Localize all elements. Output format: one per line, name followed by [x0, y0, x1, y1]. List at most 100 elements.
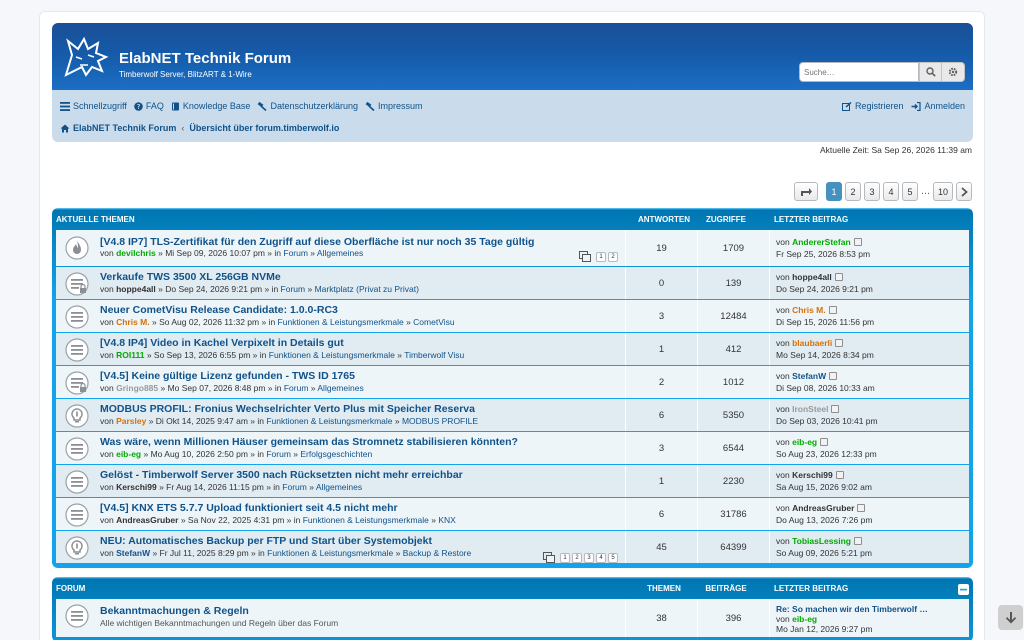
topic-subforum-link[interactable]: MODBUS PROFILE	[402, 416, 478, 426]
nav-faq[interactable]: ? FAQ	[134, 101, 164, 111]
topic-forum-link[interactable]: Funktionen & Leistungsmerkmale	[303, 515, 429, 525]
last-post-user[interactable]: Kerschi99	[792, 470, 833, 480]
topic-row: [V4.8 IP4] Video in Kachel Verpixelt in …	[56, 333, 969, 365]
topic-title[interactable]: [V4.5] Keine gültige Lizenz gefunden - T…	[100, 370, 355, 382]
topic-last-post: von hoppe4all Do Sep 24, 2026 9:21 pm	[770, 267, 969, 299]
last-post-user[interactable]: StefanW	[792, 371, 826, 381]
topic-author[interactable]: Chris M.	[116, 317, 150, 327]
topic-title[interactable]: [V4.5] KNX ETS 5.7.7 Upload funktioniert…	[100, 502, 398, 514]
topic-author[interactable]: AndreasGruber	[116, 515, 178, 525]
topic-title[interactable]: Gelöst - Timberwolf Server 3500 nach Rüc…	[100, 469, 463, 481]
nav-login[interactable]: Anmelden	[911, 101, 965, 111]
jump-to-page-button[interactable]	[794, 182, 818, 201]
topic-forum-link[interactable]: Funktionen & Leistungsmerkmale	[267, 548, 393, 558]
nav-privacy[interactable]: Datenschutzerklärung	[257, 101, 358, 111]
view-latest-post-icon[interactable]	[853, 537, 862, 545]
topic-title[interactable]: MODBUS PROFIL: Fronius Wechselrichter Ve…	[100, 403, 475, 415]
page-button-4[interactable]: 4	[883, 182, 899, 201]
topic-title[interactable]: NEU: Automatisches Backup per FTP und St…	[100, 535, 432, 547]
topic-page-button[interactable]: 1	[560, 552, 570, 563]
last-post-user[interactable]: AndererStefan	[792, 237, 851, 247]
last-post-by: von	[776, 338, 790, 348]
topic-author[interactable]: Parsley	[116, 416, 146, 426]
topic-subforum-link[interactable]: CometVisu	[413, 317, 454, 327]
topic-forum-link[interactable]: Forum	[282, 482, 307, 492]
topic-author[interactable]: StefanW	[116, 548, 150, 558]
forum-header-title[interactable]: FORUM	[56, 584, 85, 593]
topic-page-button[interactable]: 3	[584, 552, 594, 563]
topic-author[interactable]: eib-eg	[116, 449, 141, 459]
topic-subforum-link[interactable]: Marktplatz (Privat zu Privat)	[315, 284, 419, 294]
page-button-3[interactable]: 3	[864, 182, 880, 201]
topic-forum-link[interactable]: Forum	[266, 449, 291, 459]
topic-title[interactable]: Verkaufe TWS 3500 XL 256GB NVMe	[100, 271, 281, 283]
topic-forum-link[interactable]: Funktionen & Leistungsmerkmale	[278, 317, 404, 327]
nav-imprint[interactable]: Impressum	[365, 101, 423, 111]
page-button-last[interactable]: 10	[933, 182, 953, 201]
topic-page-button[interactable]: 5	[608, 552, 618, 563]
topic-author[interactable]: ROI111	[116, 350, 144, 360]
last-post-user[interactable]: blaubaerli	[792, 338, 832, 348]
topic-forum-link[interactable]: Funktionen & Leistungsmerkmale	[266, 416, 392, 426]
topic-subforum-link[interactable]: Allgemeines	[317, 383, 363, 393]
topic-subforum-link[interactable]: KNX	[438, 515, 455, 525]
topic-page-button[interactable]: 1	[596, 251, 606, 262]
nav-quick-access[interactable]: Schnellzugriff	[60, 101, 127, 111]
last-post-user[interactable]: TobiasLessing	[792, 536, 851, 546]
view-latest-post-icon[interactable]	[820, 438, 829, 446]
breadcrumb-current[interactable]: Übersicht über forum.timberwolf.io	[189, 123, 339, 133]
topic-forum-link[interactable]: Forum	[284, 383, 309, 393]
topic-forum-link[interactable]: Forum	[281, 284, 306, 294]
topic-by: von	[100, 284, 114, 294]
topic-subforum-link[interactable]: Backup & Restore	[403, 548, 472, 558]
page-button-1[interactable]: 1	[826, 182, 842, 201]
last-post-user[interactable]: hoppe4all	[792, 272, 832, 282]
topic-subforum-link[interactable]: Allgemeines	[316, 482, 362, 492]
forum-title[interactable]: Bekanntmachungen & Regeln	[100, 605, 249, 617]
topic-subforum-link[interactable]: Erfolgsgeschichten	[300, 449, 372, 459]
topic-author[interactable]: hoppe4all	[116, 284, 156, 294]
last-post-user[interactable]: Chris M.	[792, 305, 826, 315]
search-input[interactable]	[799, 62, 919, 82]
view-latest-post-icon[interactable]	[857, 504, 866, 512]
view-latest-post-icon[interactable]	[835, 471, 844, 479]
scroll-down-button[interactable]	[998, 605, 1023, 630]
topic-page-button[interactable]: 2	[608, 251, 618, 262]
collapse-button[interactable]	[958, 584, 969, 595]
topic-forum-link[interactable]: Funktionen & Leistungsmerkmale	[269, 350, 395, 360]
view-latest-post-icon[interactable]	[834, 273, 843, 281]
topic-subforum-link[interactable]: Allgemeines	[317, 248, 363, 258]
advanced-search-button[interactable]	[942, 62, 965, 82]
topic-title[interactable]: Was wäre, wenn Millionen Häuser gemeinsa…	[100, 436, 518, 448]
topic-author[interactable]: Gringo885	[116, 383, 158, 393]
view-latest-post-icon[interactable]	[853, 238, 862, 246]
page-button-5[interactable]: 5	[902, 182, 918, 201]
forum-last-post-user[interactable]: eib-eg	[792, 614, 817, 624]
topic-forum-link[interactable]: Forum	[283, 248, 308, 258]
view-latest-post-icon[interactable]	[829, 372, 838, 380]
view-latest-post-icon[interactable]	[835, 339, 844, 347]
topic-subforum-link[interactable]: Timberwolf Visu	[404, 350, 464, 360]
search-button[interactable]	[919, 62, 942, 82]
view-latest-post-icon[interactable]	[831, 405, 840, 413]
last-post-user[interactable]: AndreasGruber	[792, 503, 854, 513]
topic-author[interactable]: devilchris	[116, 248, 156, 258]
site-title[interactable]: ElabNET Technik Forum	[119, 50, 291, 67]
view-latest-post-icon[interactable]	[828, 306, 837, 314]
next-page-button[interactable]	[956, 182, 972, 201]
topic-page-button[interactable]: 2	[572, 552, 582, 563]
forum-last-post-title[interactable]: Re: So machen wir den Timberwolf …	[776, 604, 928, 614]
topic-title[interactable]: Neuer CometVisu Release Candidate: 1.0.0…	[100, 304, 338, 316]
last-post-user[interactable]: eib-eg	[792, 437, 817, 447]
nav-knowledge-base[interactable]: Knowledge Base	[171, 101, 250, 111]
breadcrumb-home[interactable]: ElabNET Technik Forum	[73, 123, 176, 133]
topic-page-button[interactable]: 4	[596, 552, 606, 563]
wolf-logo-icon[interactable]	[62, 35, 110, 79]
topic-title[interactable]: [V4.8 IP4] Video in Kachel Verpixelt in …	[100, 337, 344, 349]
topic-author[interactable]: Kerschi99	[116, 482, 157, 492]
topics-header-title[interactable]: AKTUELLE THEMEN	[56, 215, 135, 224]
page-button-2[interactable]: 2	[845, 182, 861, 201]
last-post-user[interactable]: IronSteel	[792, 404, 828, 414]
nav-register[interactable]: Registrieren	[841, 101, 903, 111]
topic-title[interactable]: [V4.8 IP7] TLS-Zertifikat für den Zugrif…	[100, 236, 534, 248]
